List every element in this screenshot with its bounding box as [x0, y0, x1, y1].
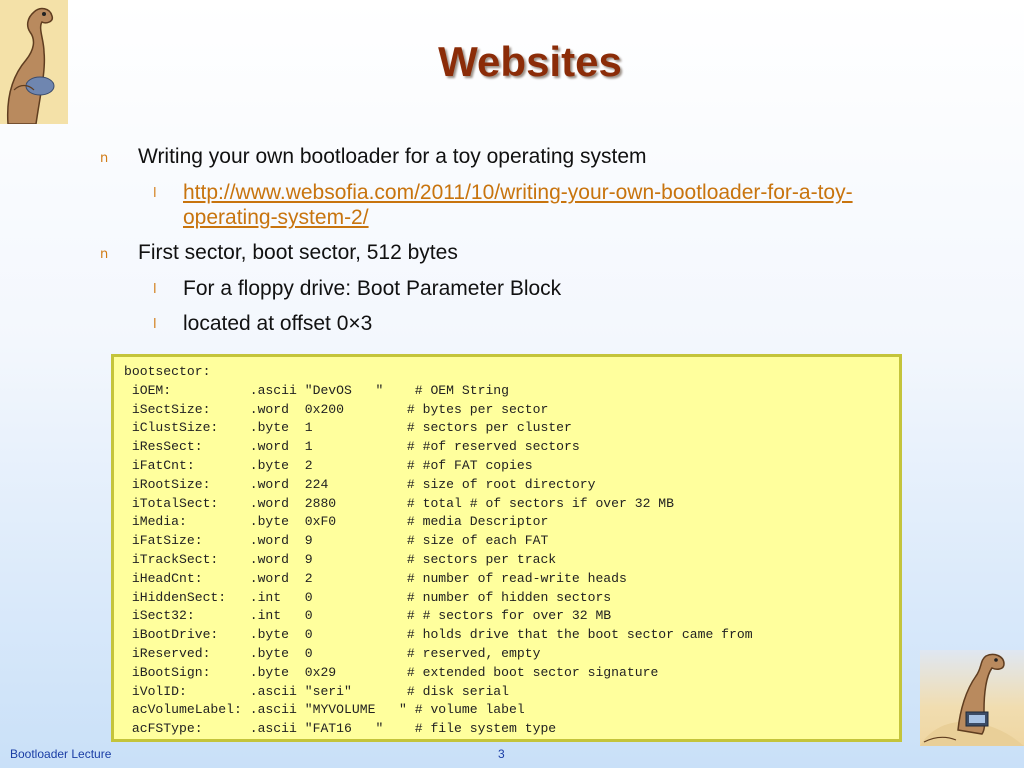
boot-sector-code: bootsector: iOEM: .ascii "DevOS " # OEM …: [124, 364, 753, 737]
page-number: 3: [498, 747, 505, 761]
code-listing-box: bootsector: iOEM: .ascii "DevOS " # OEM …: [111, 354, 902, 742]
bullet-item: n Writing your own bootloader for a toy …: [100, 144, 910, 170]
bullet-marker-icon: n: [100, 151, 109, 166]
bullet-text: Writing your own bootloader for a toy op…: [138, 145, 647, 168]
sub-bullet-item: l located at offset 0×3: [100, 311, 910, 336]
sub-bullet-marker-icon: l: [153, 186, 157, 201]
sub-bullet-text: For a floppy drive: Boot Parameter Block: [183, 277, 562, 300]
sub-bullet-text: located at offset 0×3: [183, 312, 373, 335]
sub-bullet-marker-icon: l: [153, 317, 157, 332]
sub-bullet-item: l http://www.websofia.com/2011/10/writin…: [100, 180, 910, 230]
footer-course-title: Bootloader Lecture: [10, 747, 112, 761]
bullet-list: n Writing your own bootloader for a toy …: [100, 144, 910, 346]
dinosaur-logo-bottom-icon: [920, 650, 1024, 746]
sub-bullet-marker-icon: l: [153, 282, 157, 297]
bullet-text: First sector, boot sector, 512 bytes: [138, 241, 458, 264]
bullet-marker-icon: n: [100, 247, 109, 262]
slide-title: Websites: [438, 38, 622, 85]
bullet-item: n First sector, boot sector, 512 bytes: [100, 240, 910, 266]
sub-bullet-item: l For a floppy drive: Boot Parameter Blo…: [100, 276, 910, 301]
bootloader-article-link[interactable]: http://www.websofia.com/2011/10/writing-…: [183, 181, 853, 229]
